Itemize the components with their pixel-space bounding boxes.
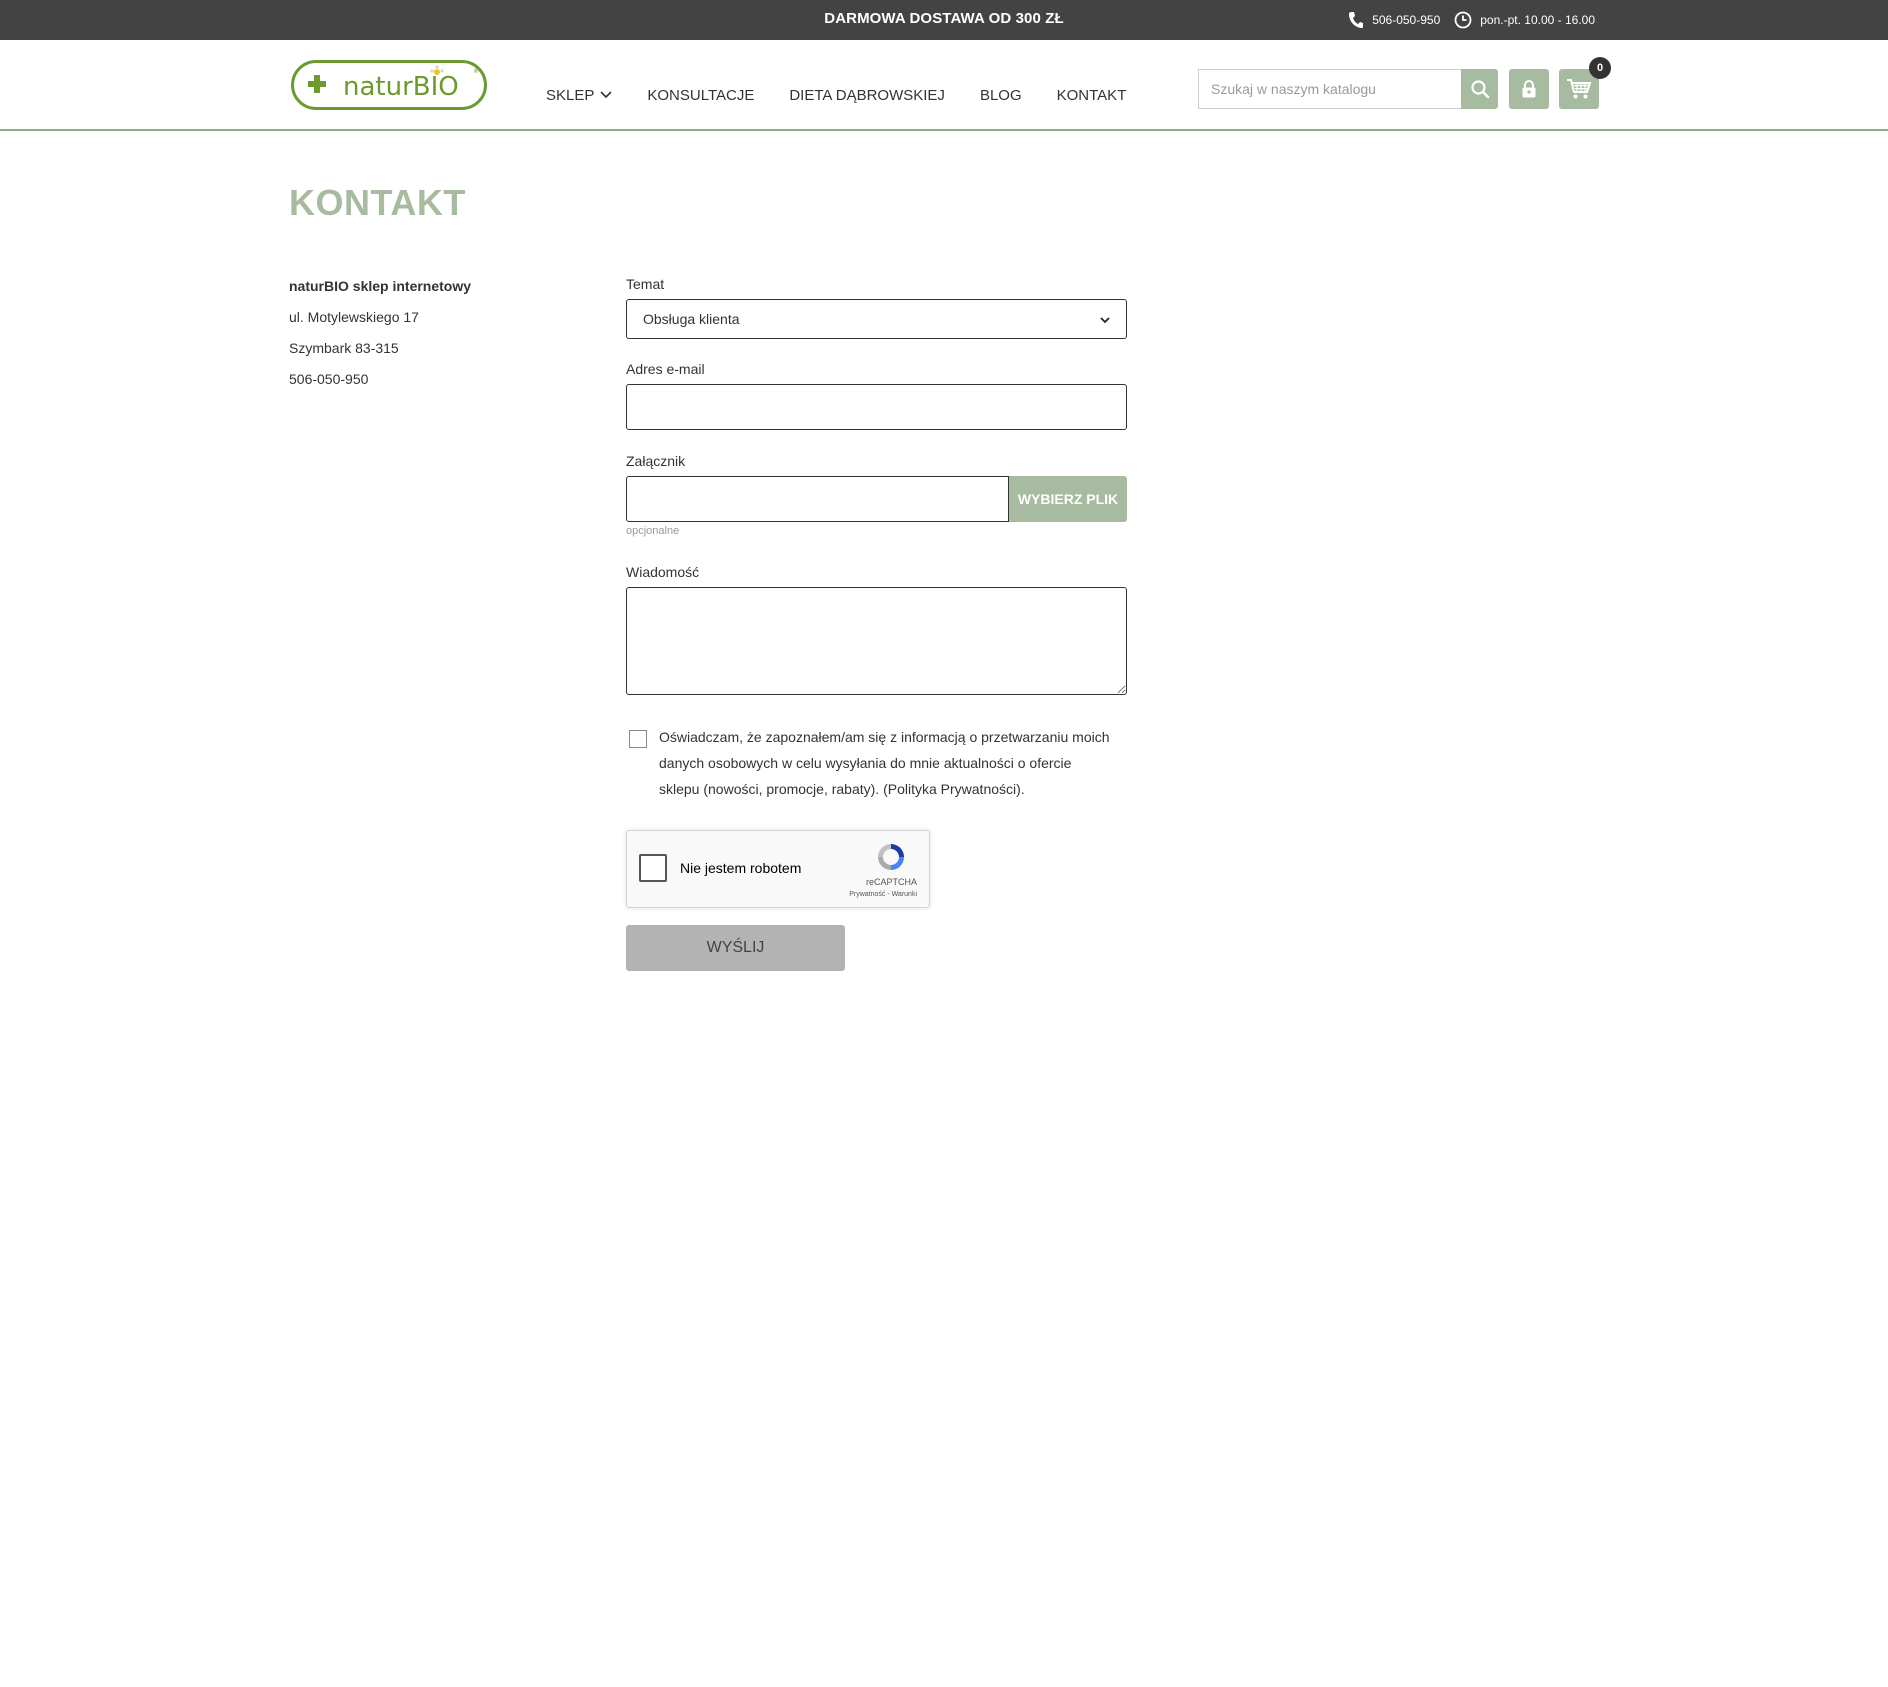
- subject-selected-value: Obsługa klienta: [643, 311, 740, 327]
- logo-text: naturBIO: [343, 72, 459, 102]
- opening-hours: pon.-pt. 10.00 - 16.00: [1480, 13, 1595, 27]
- top-bar: DARMOWA DOSTAWA OD 300 ZŁ 506-050-950 po…: [0, 0, 1888, 40]
- store-address: naturBIO sklep internetowy ul. Motylewsk…: [289, 275, 471, 399]
- store-name: naturBIO sklep internetowy: [289, 278, 472, 294]
- message-label: Wiadomość: [626, 564, 700, 580]
- svg-text:®: ®: [473, 68, 479, 75]
- recaptcha-links[interactable]: Prywatność - Warunki: [849, 891, 917, 898]
- message-textarea[interactable]: [626, 587, 1127, 695]
- search-input[interactable]: [1198, 69, 1462, 109]
- recaptcha-label: Nie jestem robotem: [680, 860, 802, 876]
- privacy-consent: Oświadczam, że zapoznałem/am się z infor…: [626, 728, 1127, 802]
- attachment-file-field[interactable]: [626, 476, 1009, 522]
- lock-icon: [1522, 80, 1536, 98]
- page-title: KONTAKT: [289, 182, 466, 223]
- search-icon: [1471, 80, 1489, 99]
- consent-checkbox[interactable]: [629, 730, 647, 748]
- nav-label-sklep: SKLEP: [546, 86, 595, 104]
- attachment-label: Załącznik: [626, 453, 686, 469]
- search-button[interactable]: [1461, 69, 1498, 109]
- store-street: ul. Motylewskiego 17: [289, 309, 419, 325]
- chevron-down-icon: [1100, 311, 1110, 327]
- choose-file-button[interactable]: WYBIERZ PLIK: [1009, 476, 1127, 522]
- subject-label: Temat: [626, 276, 665, 292]
- attachment-hint: opcjonalne: [626, 525, 680, 537]
- nav-item-kontakt[interactable]: KONTAKT: [1057, 87, 1127, 104]
- naturbio-logo[interactable]: ® naturBIO: [291, 60, 487, 110]
- phone-number[interactable]: 506-050-950: [1372, 13, 1440, 27]
- cart-icon: [1567, 79, 1592, 99]
- cart-count-badge: 0: [1589, 57, 1611, 79]
- email-field[interactable]: [626, 384, 1127, 430]
- free-shipping-promo: DARMOWA DOSTAWA OD 300 ZŁ: [824, 10, 1064, 27]
- recaptcha-checkbox[interactable]: [639, 854, 667, 882]
- nav-item-konsultacje[interactable]: KONSULTACJE: [647, 87, 754, 104]
- clock-icon: [1454, 11, 1472, 29]
- site-header: ® naturBIO SKLEP KONSULTACJE DIETA DĄBRO…: [0, 40, 1888, 131]
- contact-info: 506-050-950 pon.-pt. 10.00 - 16.00: [1348, 0, 1601, 40]
- chevron-down-icon: [600, 91, 612, 99]
- store-city: Szymbark 83-315: [289, 340, 399, 356]
- consent-text: Oświadczam, że zapoznałem/am się z infor…: [659, 729, 1110, 797]
- account-button[interactable]: [1509, 69, 1549, 109]
- phone-icon: [1348, 11, 1364, 29]
- recaptcha-logo-icon: [875, 841, 907, 878]
- submit-button[interactable]: WYŚLIJ: [626, 925, 845, 971]
- email-label: Adres e-mail: [626, 361, 705, 377]
- nav-item-dieta-dabrowskiej[interactable]: DIETA DĄBROWSKIEJ: [789, 87, 945, 104]
- search-bar: [1198, 69, 1498, 109]
- store-phone: 506-050-950: [289, 371, 369, 387]
- nav-item-blog[interactable]: BLOG: [980, 87, 1022, 104]
- subject-select[interactable]: Obsługa klienta: [626, 299, 1127, 339]
- recaptcha-brand: reCAPTCHA: [865, 877, 917, 887]
- contact-form: Temat Obsługa klienta Adres e-mail Załąc…: [626, 275, 1127, 971]
- attachment-picker: WYBIERZ PLIK: [626, 476, 1127, 522]
- main-navigation: SKLEP KONSULTACJE DIETA DĄBROWSKIEJ BLOG…: [546, 80, 1161, 110]
- recaptcha-widget: Nie jestem robotem reCAPTCHA Prywatność …: [626, 830, 930, 908]
- cart-button[interactable]: 0: [1559, 57, 1611, 109]
- nav-item-sklep[interactable]: SKLEP: [546, 87, 612, 104]
